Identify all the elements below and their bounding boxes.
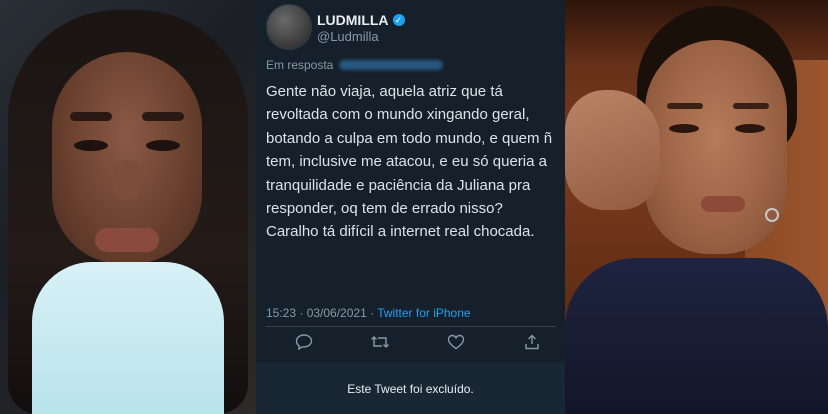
source-link[interactable]: Twitter for iPhone [377,306,470,320]
shirt [565,258,828,414]
like-icon[interactable] [444,333,468,351]
right-eye [735,124,765,133]
share-icon[interactable] [520,333,544,351]
verified-badge-icon: ✓ [392,14,405,26]
timestamp: 15:23 · 03/06/2021 · [266,306,378,320]
left-eyebrow [70,112,112,121]
deleted-notice-text: Este Tweet foi excluído. [347,382,474,396]
display-name[interactable]: LUDMILLA [317,12,389,28]
right-eyebrow [142,112,184,121]
handle[interactable]: @Ludmilla [317,29,379,44]
right-eyebrow [733,103,769,109]
face [645,40,787,254]
left-eye [74,140,108,151]
tweet-text: Gente não viaja, aquela atriz que tá rev… [266,83,553,241]
reply-context: Em resposta [266,58,444,72]
earring [765,208,779,222]
avatar[interactable] [266,4,312,50]
action-bar [292,333,544,351]
reply-icon[interactable] [292,333,316,351]
lips [95,228,159,252]
right-eye [146,140,180,151]
hand [565,90,660,210]
right-photo [565,0,828,414]
name-row: LUDMILLA ✓ [317,12,405,28]
left-photo [0,0,256,414]
turtleneck [32,262,224,414]
tweet-meta: 15:23 · 03/06/2021 · Twitter for iPhone [266,306,471,320]
lips [701,196,745,212]
nose [113,160,141,200]
divider [266,326,556,327]
blurred-mention [339,60,444,70]
deleted-tweet-notice: Este Tweet foi excluído. [256,362,565,414]
reply-prefix: Em resposta [266,58,334,72]
left-eyebrow [667,103,703,109]
retweet-icon[interactable] [368,333,392,351]
left-eye [669,124,699,133]
tweet-card: LUDMILLA ✓ @Ludmilla Em resposta Gente n… [256,0,565,414]
